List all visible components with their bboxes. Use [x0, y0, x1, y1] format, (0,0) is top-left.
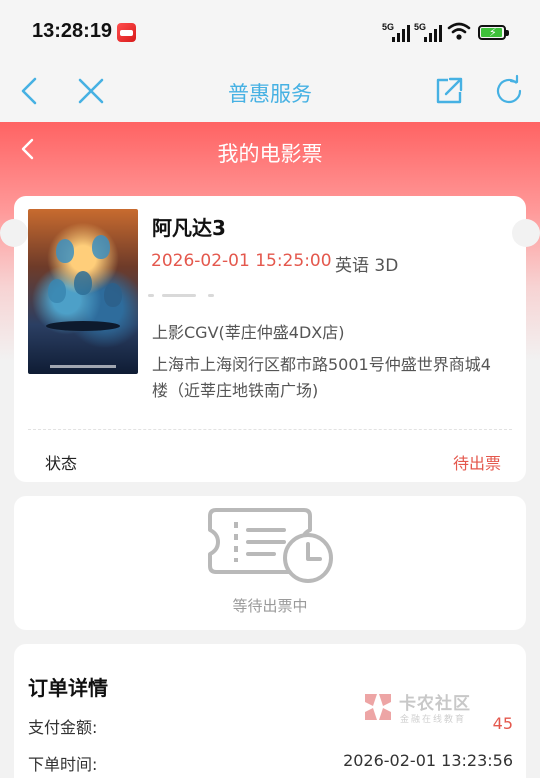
watermark-name: 卡农社区 — [399, 694, 471, 714]
wifi-icon — [447, 22, 471, 40]
signal-2-label: 5G — [414, 22, 427, 32]
show-time: 2026-02-01 15:25:00 — [151, 251, 332, 271]
order-time-value: 2026-02-01 13:23:56 — [343, 751, 513, 770]
redacted-text — [148, 288, 216, 304]
order-title: 订单详情 — [28, 676, 108, 700]
movie-poster — [28, 209, 138, 374]
ticket-card[interactable]: 阿凡达3 2026-02-01 15:25:00 英语 3D 上影CGV(莘庄仲… — [14, 196, 526, 482]
signal-1-label: 5G — [382, 22, 395, 32]
ticket-clock-icon — [208, 508, 333, 583]
status-time: 13:28:19 — [32, 20, 113, 42]
watermark-logo-icon — [365, 694, 391, 720]
movie-title: 阿凡达3 — [152, 216, 226, 240]
language-format: 英语 3D — [335, 256, 399, 276]
share-icon[interactable] — [432, 74, 466, 108]
signal-2-icon: 5G — [414, 22, 442, 42]
order-time-label: 下单时间: — [28, 755, 98, 774]
pay-amount-value: 45 — [492, 714, 513, 733]
refresh-icon[interactable] — [492, 74, 526, 108]
status-label: 状态 — [45, 454, 78, 473]
battery-icon: ⚡ — [478, 25, 509, 40]
app-notification-icon — [117, 23, 136, 42]
watermark-subtitle: 金融在线教育 — [400, 715, 467, 725]
signal-1-icon: 5G — [382, 22, 410, 42]
waiting-text: 等待出票中 — [232, 597, 308, 615]
cinema-address: 上海市上海闵行区都市路5001号仲盛世界商城4楼（近莘庄地铁南广场) — [152, 355, 491, 400]
ticket-notch-left — [0, 219, 28, 247]
nav-bar: 普惠服务 — [0, 62, 540, 122]
status-bar: 13:28:19 5G 5G ⚡ — [0, 0, 540, 62]
waiting-card: 等待出票中 — [14, 496, 526, 630]
status-value: 待出票 — [452, 454, 501, 473]
watermark: 卡农社区 金融在线教育 — [361, 690, 491, 728]
ticket-divider — [28, 429, 512, 430]
hero-title: 我的电影票 — [217, 142, 323, 166]
cinema-name: 上影CGV(莘庄仲盛4DX店) — [152, 323, 345, 342]
ticket-notch-right — [512, 219, 540, 247]
pay-amount-label: 支付金额: — [28, 718, 98, 737]
